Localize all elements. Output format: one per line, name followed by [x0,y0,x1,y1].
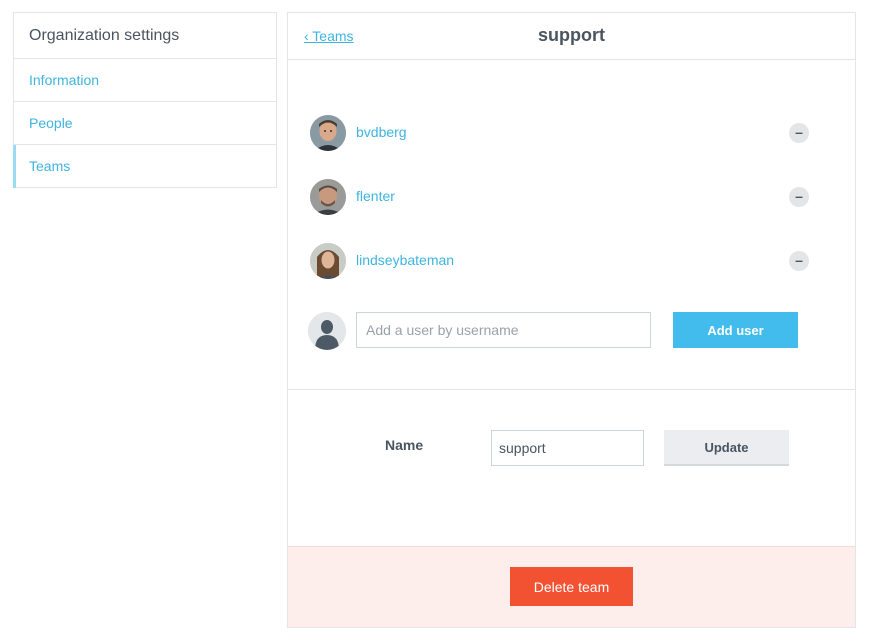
panel-header: ‹ Teams support [288,13,855,60]
team-name-input[interactable] [491,430,644,466]
settings-sidebar: Organization settings Information People… [13,12,277,188]
update-button[interactable]: Update [664,430,789,466]
add-user-input[interactable] [356,312,651,348]
list-item: lindseybateman – [310,243,809,279]
sidebar-item-people[interactable]: People [14,102,276,145]
team-name-section: Name Update [288,390,855,547]
list-item: bvdberg – [310,115,809,151]
member-list: bvdberg – flenter – lindseybateman – Add… [288,60,855,390]
sidebar-title: Organization settings [14,13,276,59]
member-username[interactable]: bvdberg [356,124,407,140]
avatar [310,115,346,151]
user-placeholder-icon [308,312,346,350]
sidebar-item-teams[interactable]: Teams [13,145,276,188]
avatar [310,179,346,215]
remove-member-button[interactable]: – [789,123,809,143]
sidebar-item-information[interactable]: Information [14,59,276,102]
remove-member-button[interactable]: – [789,187,809,207]
delete-team-button[interactable]: Delete team [510,567,633,606]
avatar [310,243,346,279]
list-item: flenter – [310,179,809,215]
remove-member-button[interactable]: – [789,251,809,271]
add-user-button[interactable]: Add user [673,312,798,348]
member-username[interactable]: lindseybateman [356,252,454,268]
danger-zone: Delete team [288,546,855,627]
team-name-label: Name [385,437,424,453]
team-panel: ‹ Teams support bvdberg – flenter – lind… [287,12,856,628]
page-title: support [538,25,605,45]
member-username[interactable]: flenter [356,188,395,204]
team-settings-page: Organization settings Information People… [0,0,873,643]
add-user-row: Add user [308,312,818,350]
